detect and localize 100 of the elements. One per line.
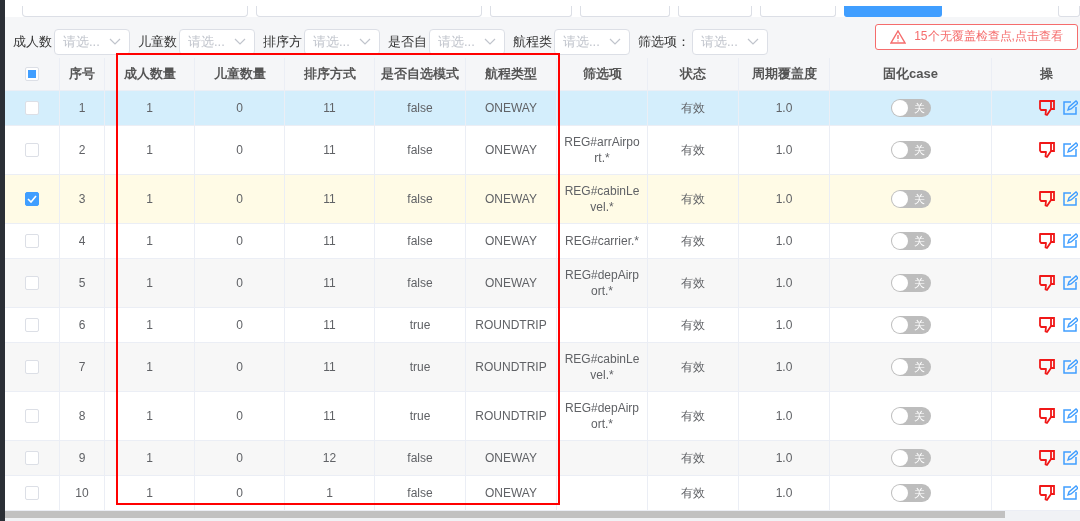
scrollbar[interactable]: [5, 511, 1005, 518]
table-cell: 1.0: [775, 450, 793, 466]
warning-icon: [890, 29, 907, 44]
thumbs-down-icon[interactable]: [1038, 190, 1056, 208]
toggle-switch[interactable]: 关: [890, 316, 931, 334]
table-cell: ONEWAY: [485, 485, 537, 501]
filter-label: 航程类: [513, 32, 552, 51]
thumbs-down-icon[interactable]: [1038, 484, 1056, 502]
thumbs-down-icon[interactable]: [1038, 316, 1056, 334]
table-cell: 1.0: [775, 233, 793, 249]
table-cell: 1: [78, 100, 86, 116]
toggle-switch[interactable]: 关: [890, 449, 931, 467]
toggle-switch[interactable]: 关: [890, 141, 931, 159]
select-all-checkbox[interactable]: [25, 67, 39, 81]
table-cell: 有效: [681, 191, 705, 207]
edit-icon[interactable]: [1062, 142, 1078, 158]
toggle-switch[interactable]: 关: [890, 484, 931, 502]
filter-select[interactable]: 请选...: [429, 28, 505, 55]
table-cell: 0: [236, 408, 243, 424]
table-cell: REG#carrier.*: [565, 233, 639, 249]
table-cell: 9: [78, 450, 86, 466]
table-cell: 1.0: [775, 100, 793, 116]
edit-icon[interactable]: [1062, 317, 1078, 333]
table-cell: ONEWAY: [485, 275, 537, 291]
filter-label: 成人数: [13, 32, 52, 51]
table-cell: 11: [323, 100, 336, 116]
column-header: 排序方式: [303, 66, 356, 82]
table-cell: 1.0: [775, 485, 793, 501]
filter-label: 是否自: [388, 32, 427, 51]
toggle-switch[interactable]: 关: [890, 407, 931, 425]
toggle-switch[interactable]: 关: [890, 190, 931, 208]
table-cell: 1.0: [775, 191, 793, 207]
table-cell: 有效: [681, 275, 705, 291]
filter-label: 筛选项：: [638, 32, 690, 51]
table-cell: 1: [146, 450, 153, 466]
filter-select[interactable]: 请选...: [692, 28, 768, 55]
edit-icon[interactable]: [1062, 485, 1078, 501]
toggle-switch[interactable]: 关: [890, 358, 931, 376]
toggle-switch[interactable]: 关: [890, 99, 931, 117]
table-cell: 有效: [681, 408, 705, 424]
edit-icon[interactable]: [1062, 191, 1078, 207]
table-cell: false: [407, 191, 433, 207]
thumbs-down-icon[interactable]: [1038, 407, 1056, 425]
table-cell: 12: [322, 450, 337, 466]
table-cell: ONEWAY: [485, 100, 537, 116]
edit-icon[interactable]: [1062, 100, 1078, 116]
table-cell: 7: [78, 359, 86, 375]
table-cell: 11: [323, 275, 336, 291]
edit-icon[interactable]: [1062, 275, 1078, 291]
edit-icon[interactable]: [1062, 408, 1078, 424]
table-cell: 1.0: [775, 408, 793, 424]
thumbs-down-icon[interactable]: [1038, 274, 1056, 292]
thumbs-down-icon[interactable]: [1038, 141, 1056, 159]
chevron-down-icon: [234, 37, 246, 46]
filter-select[interactable]: 请选...: [179, 28, 255, 55]
table-cell: 8: [78, 408, 86, 424]
thumbs-down-icon[interactable]: [1038, 449, 1056, 467]
table-cell: false: [407, 142, 433, 158]
table-cell: 0: [236, 100, 243, 116]
table-cell: 0: [236, 317, 243, 333]
table-cell: 有效: [681, 100, 705, 116]
table-cell: 1.0: [775, 317, 793, 333]
table-row[interactable]: 1 1 0 11 false ONEWAY 有效 1.0 关: [5, 91, 1080, 126]
table-cell: 有效: [681, 233, 705, 249]
column-header: 是否自选模式: [381, 66, 459, 82]
table-cell: false: [407, 233, 433, 249]
thumbs-down-icon[interactable]: [1038, 358, 1056, 376]
table-row[interactable]: 9 1 0 12 false ONEWAY 有效 1.0 关: [5, 441, 1080, 476]
edit-icon[interactable]: [1062, 450, 1078, 466]
table-cell: 11: [323, 191, 336, 207]
table-cell: 1: [146, 233, 153, 249]
table-row[interactable]: 7 1 0 11 true ROUNDTRIP REG#cabinLevel.* 有效 1.0 关: [5, 343, 1080, 392]
thumbs-down-icon[interactable]: [1038, 99, 1056, 117]
thumbs-down-icon[interactable]: [1038, 232, 1056, 250]
toggle-switch[interactable]: 关: [890, 274, 931, 292]
column-header: 成人数量: [123, 66, 176, 82]
table-cell: 11: [323, 142, 336, 158]
toggle-switch[interactable]: 关: [890, 232, 931, 250]
table-cell: false: [407, 275, 433, 291]
table-cell: 5: [78, 275, 86, 291]
column-header: 航程类型: [485, 66, 537, 82]
table-cell: ONEWAY: [485, 233, 537, 249]
table-row[interactable]: 3 1 0 11 false ONEWAY REG#cabinLevel.* 有效 1.0 关: [5, 175, 1080, 224]
filter-select[interactable]: 请选...: [54, 28, 130, 55]
chevron-down-icon: [359, 37, 371, 46]
edit-icon[interactable]: [1062, 233, 1078, 249]
chevron-down-icon: [109, 37, 121, 46]
table-cell: 1.0: [775, 275, 793, 291]
table-row[interactable]: 5 1 0 11 false ONEWAY REG#depAirport.* 有效 1.0 关: [5, 259, 1080, 308]
edit-icon[interactable]: [1062, 359, 1078, 375]
filter-select[interactable]: 请选...: [304, 28, 380, 55]
column-header: 周期覆盖度: [751, 66, 817, 82]
column-header: 操: [1040, 66, 1053, 82]
row-checkbox[interactable]: [25, 192, 39, 206]
table-cell: ROUNDTRIP: [475, 359, 547, 375]
table-cell: 0: [236, 275, 243, 291]
warning-button[interactable]: 15个无覆盖检查点,点击查看: [875, 23, 1078, 50]
table-cell: 有效: [681, 359, 705, 375]
table-cell: 11: [323, 233, 336, 249]
filter-select[interactable]: 请选...: [554, 28, 630, 55]
